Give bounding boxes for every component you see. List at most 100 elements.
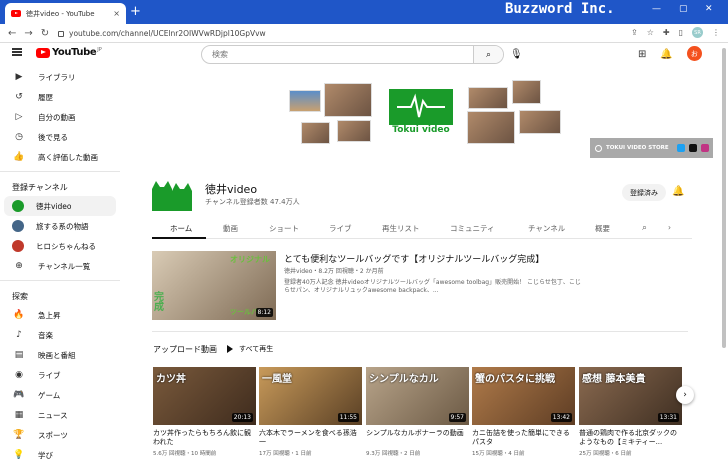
sidebar-item-icon: ▤ [14,350,24,360]
sidebar-item[interactable]: 💡 学び [0,445,120,465]
video-title[interactable]: シンプルなカルボナーラの動画 [366,429,469,447]
account-avatar[interactable]: お [686,46,702,61]
sidebar-subscription-item[interactable]: 徳井video [4,196,116,216]
youtube-logo[interactable]: YouTube JP [36,47,102,58]
menu-hamburger-icon[interactable] [12,48,22,50]
reload-icon[interactable]: ↻ [41,28,49,39]
search-channel-icon[interactable]: ⌕ [642,223,647,233]
globe-icon [595,144,602,152]
notifications-bell-icon[interactable]: 🔔 [660,49,672,60]
video-thumbnail[interactable]: カツ丼 20:13 [153,367,256,425]
video-card[interactable]: シンプルなカル 9:57 シンプルなカルボナーラの動画 9.3万 回視聴・2 日… [366,367,469,457]
thumb-overlay-text: 一風堂 [262,374,292,385]
browser-profile-avatar[interactable]: SR [692,27,703,38]
sidebar-subscription-item[interactable]: ⊕ チャンネル一覧 [0,256,120,276]
video-thumbnail[interactable]: シンプルなカル 9:57 [366,367,469,425]
sidebar-item[interactable]: 🏆 スポーツ [0,425,120,445]
sidebar-item[interactable]: 🎮 ゲーム [0,385,120,405]
store-link-bar[interactable]: TOKUI VIDEO STORE [590,138,713,158]
tab-3[interactable]: ライブ [329,223,352,234]
sidebar-item[interactable]: ◉ ライブ [0,365,120,385]
new-tab-button[interactable]: + [130,4,141,19]
share-icon[interactable]: ⇪ [631,28,638,37]
sidebar-item[interactable]: 🔥 急上昇 [0,305,120,325]
featured-video-title[interactable]: とても便利なツールバッグです【オリジナルツールバッグ完成】 [284,252,544,265]
subscribed-button[interactable]: 登録済み [622,184,666,201]
video-card[interactable]: カツ丼 20:13 カツ丼作ったらもちろん飲に観われた 5.6万 回視聴・10 … [153,367,256,457]
featured-video-thumbnail[interactable]: オリジナル 完成 ツールバ 8:12 [152,251,276,320]
tab-1[interactable]: 動画 [223,223,238,234]
channel-cats-avatar-icon[interactable] [150,177,194,211]
youtube-header: YouTube JP ⌕ 🎙 ⊞ 🔔 お [0,43,720,65]
video-thumbnail[interactable]: 感想 藤本美貴 13:31 [579,367,682,425]
logo-region: JP [97,46,102,53]
minimize-button[interactable]: — [652,4,661,14]
play-icon [227,345,233,353]
sidebar-subscription-item[interactable]: ヒロシちゃんねる [0,236,120,256]
channel-notification-bell-icon[interactable]: 🔔 [672,186,684,197]
sidebar-item-icon: ▷ [15,112,23,122]
sidebar-item-label: 音楽 [38,330,53,340]
video-card[interactable]: 一風堂 11:55 六本木でラーメンを食べる孫浩一 17万 回視聴・1 日前 [259,367,362,457]
search-button[interactable]: ⌕ [473,46,503,63]
video-title[interactable]: カツ丼作ったらもちろん飲に観われた [153,429,256,447]
sidebar-item[interactable]: ▦ ニュース [0,405,120,425]
url-text: youtube.com/channel/UCElnr2OIWVwRDjpl10G… [69,29,266,38]
tabs-next-chevron-icon[interactable]: › [668,223,671,232]
search-input[interactable] [202,50,467,59]
back-icon[interactable]: ← [8,28,16,39]
uploads-heading[interactable]: アップロード動画 [153,344,217,355]
divider [152,331,688,332]
bookmark-star-icon[interactable]: ☆ [647,28,654,37]
page-scrollbar[interactable] [722,48,726,348]
video-card[interactable]: 感想 藤本美貴 13:31 普通の鶏肉で作る北京ダックのようなもの【ミキティー.… [579,367,682,457]
create-video-icon[interactable]: ⊞ [638,49,646,60]
close-window-button[interactable]: ✕ [705,4,713,14]
video-title[interactable]: 普通の鶏肉で作る北京ダックのようなもの【ミキティー... [579,429,682,447]
sidebar-item[interactable]: ♪ 音楽 [0,325,120,345]
video-thumbnail[interactable]: 蟹のパスタに挑戦 13:42 [472,367,575,425]
extensions-icon[interactable]: ✚ [663,28,670,37]
tab-0[interactable]: ホーム [170,223,192,234]
tab-7[interactable]: 概要 [595,223,610,234]
sidebar-item[interactable]: ◷ 後で見る [0,127,120,147]
tab-5[interactable]: コミュニティ [450,223,495,234]
sidebar-item-label: スポーツ [38,430,68,440]
subscriber-count: チャンネル登録者数 47.4万人 [205,198,300,206]
shelf-next-arrow-icon[interactable]: › [676,386,694,404]
browser-menu-icon[interactable]: ⋮ [712,28,720,37]
banner-logo-text: Tokui video [392,125,450,135]
sidebar-item[interactable]: 👍 高く評価した動画 [0,147,120,167]
maximize-button[interactable]: ▢ [679,4,688,14]
youtube-favicon-icon [11,10,21,17]
sidebar-item[interactable]: ▶ ライブラリ [0,67,120,87]
video-title[interactable]: カニ缶詰を使った簡単にできるパスタ [472,429,575,447]
sidebar-subscription-item[interactable]: 旅する系の物語 [0,216,120,236]
sidebar-item[interactable]: ↺ 履歴 [0,87,120,107]
sidebar-item[interactable]: ▷ 自分の動画 [0,107,120,127]
sidebar-item[interactable]: ▤ 映画と番組 [0,345,120,365]
tiktok-icon[interactable] [689,144,697,152]
voice-search-mic-icon[interactable]: 🎙 [510,49,523,60]
instagram-icon[interactable] [701,144,709,152]
play-all-button[interactable]: すべて再生 [227,344,273,354]
twitter-icon[interactable] [677,144,685,152]
sidebar-item-icon: 🔥 [13,310,25,320]
thumb-overlay-top: オリジナル [230,255,270,264]
browser-tab[interactable]: 徳井video - YouTube × [5,3,126,24]
url-field[interactable]: youtube.com/channel/UCElnr2OIWVwRDjpl10G… [58,27,618,40]
lock-icon [58,30,64,37]
tab-2[interactable]: ショート [269,223,299,234]
sidebar-item-label: 旅する系の物語 [36,221,89,231]
tab-6[interactable]: チャンネル [528,223,565,234]
video-card[interactable]: 蟹のパスタに挑戦 13:42 カニ缶詰を使った簡単にできるパスタ 15万 回視聴… [472,367,575,457]
search-icon: ⌕ [485,49,492,60]
video-thumbnail[interactable]: 一風堂 11:55 [259,367,362,425]
video-duration: 8:12 [255,308,273,317]
sidepanel-icon[interactable]: ▯ [679,28,683,37]
video-duration: 11:55 [337,413,359,422]
tab-close-button[interactable]: × [113,9,120,18]
forward-icon[interactable]: → [24,28,32,39]
video-title[interactable]: 六本木でラーメンを食べる孫浩一 [259,429,362,447]
tab-4[interactable]: 再生リスト [382,223,420,234]
